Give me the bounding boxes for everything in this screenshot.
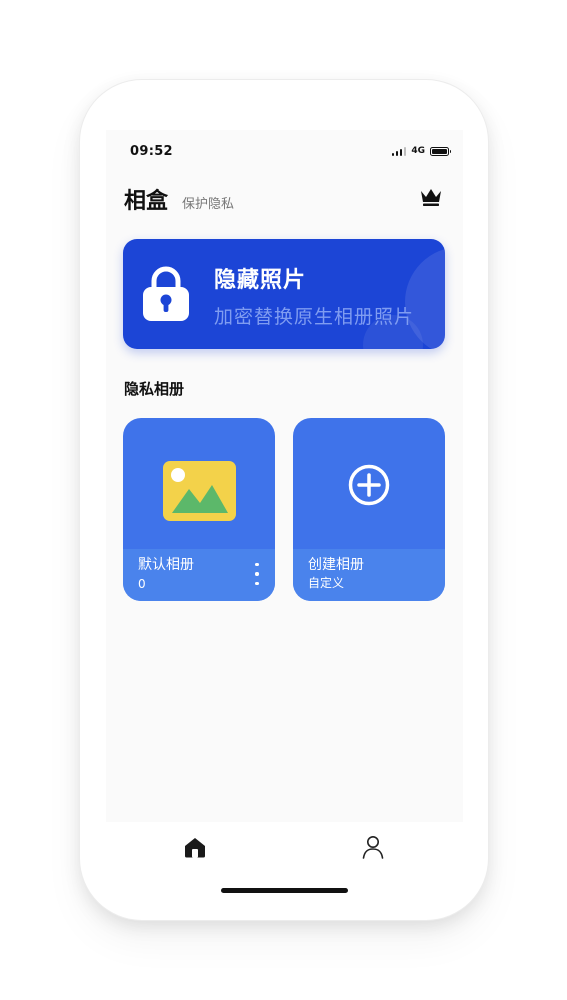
- album-count: 0: [138, 577, 146, 591]
- hide-photos-card[interactable]: 隐藏照片 加密替换原生相册照片: [123, 239, 445, 349]
- crown-icon[interactable]: [419, 187, 443, 207]
- home-indicator: [221, 888, 348, 893]
- app-subtitle: 保护隐私: [182, 197, 235, 212]
- create-album-meta: 自定义: [308, 576, 345, 590]
- battery-icon: [430, 146, 451, 156]
- home-icon[interactable]: [184, 836, 206, 858]
- plus-circle-icon: [348, 464, 390, 506]
- signal-icon: [391, 146, 407, 156]
- app-title: 相盒: [124, 189, 169, 214]
- app-screen: 09:52 4G 相盒 保护隐私 隐藏照片 加密替换原生相册照片 隐私相册 默认…: [106, 130, 463, 822]
- more-vertical-icon[interactable]: [253, 563, 261, 585]
- status-indicators: 4G: [391, 146, 451, 156]
- status-time: 09:52: [130, 144, 173, 159]
- album-name: 默认相册: [138, 557, 194, 573]
- create-album-label: 创建相册: [308, 557, 364, 573]
- hero-title: 隐藏照片: [214, 268, 307, 293]
- hero-subtitle: 加密替换原生相册照片: [214, 306, 415, 328]
- lock-icon: [143, 266, 189, 321]
- image-icon: [163, 461, 236, 521]
- album-card-default[interactable]: 默认相册 0: [123, 418, 275, 601]
- network-label: 4G: [411, 146, 425, 156]
- section-title: 隐私相册: [124, 380, 185, 398]
- user-icon[interactable]: [362, 835, 384, 859]
- create-album-card[interactable]: 创建相册 自定义: [293, 418, 445, 601]
